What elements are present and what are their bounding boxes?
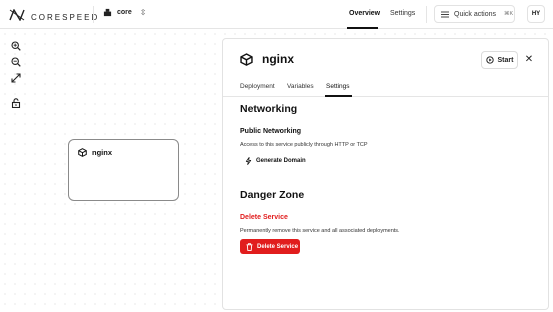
cube-icon (78, 148, 87, 157)
delete-service-button[interactable]: Delete Service (240, 239, 300, 254)
nav-overview[interactable]: Overview (349, 10, 380, 17)
zoom-in-icon[interactable] (9, 39, 23, 53)
quick-actions-label: Quick actions (454, 10, 497, 18)
node-name: nginx (92, 148, 112, 157)
nav-settings[interactable]: Settings (390, 10, 415, 17)
play-circle-icon (485, 56, 494, 64)
danger-zone-heading: Danger Zone (240, 189, 305, 201)
start-button[interactable]: Start (481, 51, 518, 69)
public-networking-description: Access to this service publicly through … (240, 142, 368, 148)
corespeed-logo-icon (9, 8, 25, 26)
delete-service-heading: Delete Service (240, 214, 288, 221)
fit-view-icon[interactable] (9, 71, 23, 85)
tab-deployment[interactable]: Deployment (240, 83, 275, 90)
divider (93, 6, 94, 23)
quick-actions-button[interactable]: Quick actions ⌘K (434, 5, 515, 23)
networking-heading: Networking (240, 103, 298, 115)
service-panel: nginx Start ✕ Deployment Variables Setti… (222, 38, 549, 310)
zoom-out-icon[interactable] (9, 55, 23, 69)
delete-service-description: Permanently remove this service and all … (240, 228, 400, 234)
close-icon[interactable]: ✕ (523, 53, 535, 67)
tab-settings[interactable]: Settings (326, 83, 350, 90)
lock-icon[interactable] (9, 96, 23, 110)
project-name: core (117, 9, 132, 16)
delete-service-label: Delete Service (257, 243, 299, 250)
quick-actions-shortcut: ⌘K (504, 11, 514, 17)
panel-header: nginx (240, 52, 294, 66)
user-avatar[interactable]: HY (527, 5, 545, 23)
active-tab-indicator (325, 95, 352, 97)
cube-icon (240, 52, 253, 66)
chevron-up-down-icon: ⇳ (139, 8, 147, 17)
service-name: nginx (262, 52, 294, 66)
divider (426, 6, 427, 23)
command-icon (441, 11, 449, 18)
trash-icon (246, 242, 253, 251)
tab-variables[interactable]: Variables (287, 83, 314, 90)
project-switcher[interactable]: core ⇳ (103, 8, 147, 17)
panel-tabs: Deployment Variables Settings (223, 77, 548, 97)
project-icon (103, 8, 112, 17)
brand-logo[interactable]: CORESPEED (9, 8, 99, 26)
generate-domain-label: Generate Domain (256, 158, 306, 164)
service-node-nginx[interactable]: nginx (68, 139, 179, 201)
lightning-icon (245, 157, 252, 165)
public-networking-heading: Public Networking (240, 128, 302, 135)
brand-name: CORESPEED (31, 12, 100, 22)
top-bar: CORESPEED core ⇳ Overview Settings Quick… (0, 0, 553, 29)
start-label: Start (497, 56, 514, 64)
generate-domain-button[interactable]: Generate Domain (240, 154, 308, 168)
node-header: nginx (78, 148, 112, 157)
